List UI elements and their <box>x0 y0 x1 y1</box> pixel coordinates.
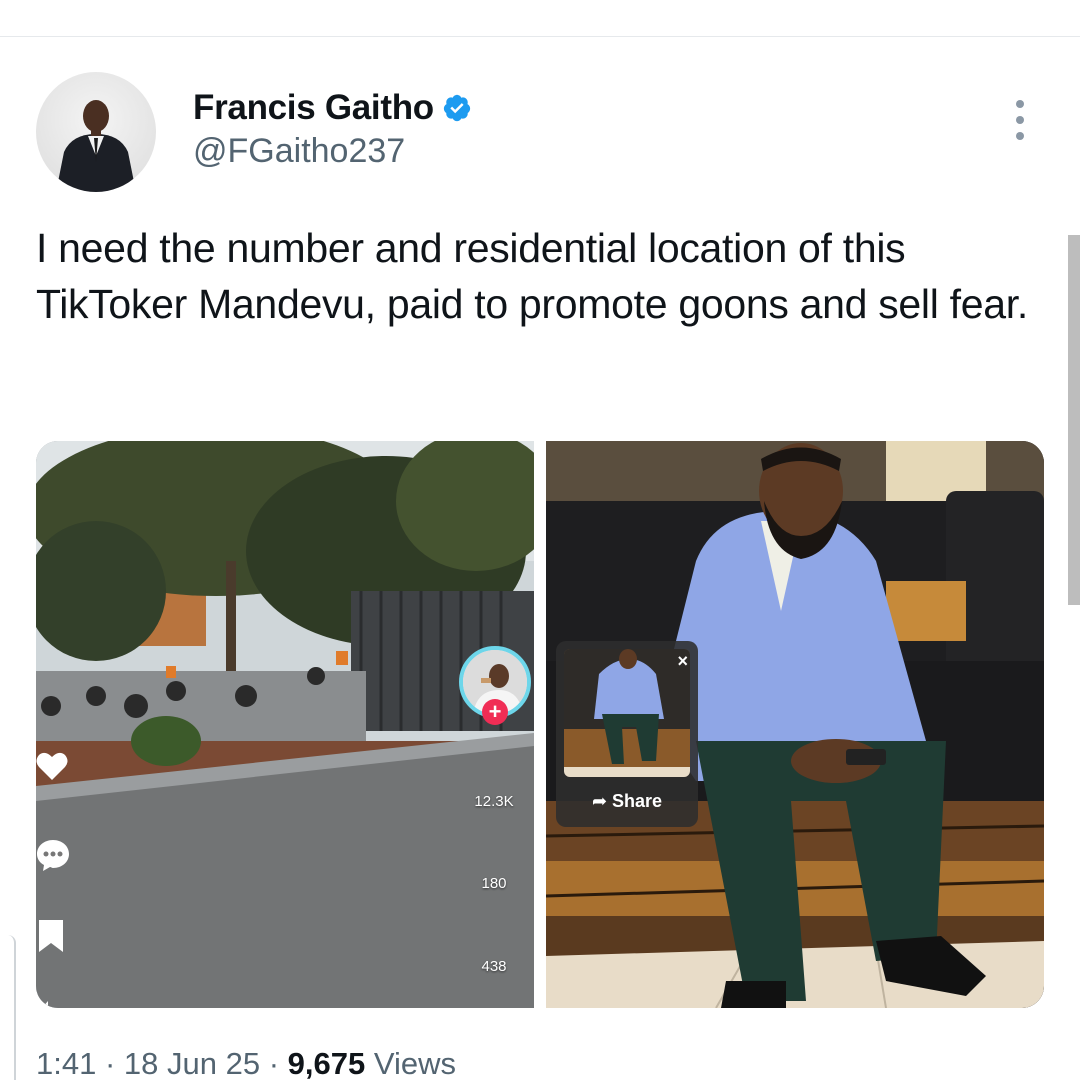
meta-separator: · <box>260 1046 288 1081</box>
media-photo[interactable]: × ➦ Share <box>546 441 1044 1008</box>
share-button-label: Share <box>612 791 663 811</box>
bookmark-icon[interactable] <box>36 919 66 953</box>
more-options-icon[interactable] <box>1004 96 1036 146</box>
views-count: 9,675 <box>287 1046 366 1081</box>
share-button[interactable]: ➦ Share <box>556 791 698 812</box>
top-divider <box>0 36 1080 37</box>
author-name-text: Francis Gaitho <box>193 88 434 127</box>
tweet-meta: 1:41 · 18 Jun 25 · 9,675 Views <box>36 1046 456 1082</box>
comments-count: 180 <box>481 875 507 892</box>
share-arrow-icon: ➦ <box>591 791 613 811</box>
views-label: Views <box>365 1046 456 1081</box>
author-name[interactable]: Francis Gaitho <box>193 88 472 128</box>
saves-count: 438 <box>481 958 507 975</box>
media-video-thumbnail[interactable]: + 12.3K 180 438 <box>36 441 534 1008</box>
tweet-date[interactable]: 18 Jun 25 <box>124 1046 260 1081</box>
close-icon[interactable]: × <box>677 651 688 672</box>
comment-icon[interactable] <box>36 838 70 872</box>
tweet-text: I need the number and residential locati… <box>36 225 1028 327</box>
follow-plus-icon[interactable]: + <box>482 699 508 725</box>
scrollbar[interactable] <box>1068 235 1080 605</box>
author-handle[interactable]: @FGaitho237 <box>193 132 405 171</box>
left-panel-edge <box>0 935 16 1080</box>
tweet-time[interactable]: 1:41 <box>36 1046 96 1081</box>
heart-icon[interactable] <box>36 751 68 781</box>
share-thumbnail <box>564 649 690 777</box>
verified-badge-icon <box>443 94 470 122</box>
author-avatar[interactable] <box>36 72 156 192</box>
meta-separator: · <box>96 1046 124 1081</box>
likes-count: 12.3K <box>474 793 514 810</box>
share-popup[interactable]: × ➦ Share <box>556 641 698 827</box>
share-arrow-icon[interactable] <box>36 997 56 1008</box>
street-scene-image <box>36 441 534 1008</box>
